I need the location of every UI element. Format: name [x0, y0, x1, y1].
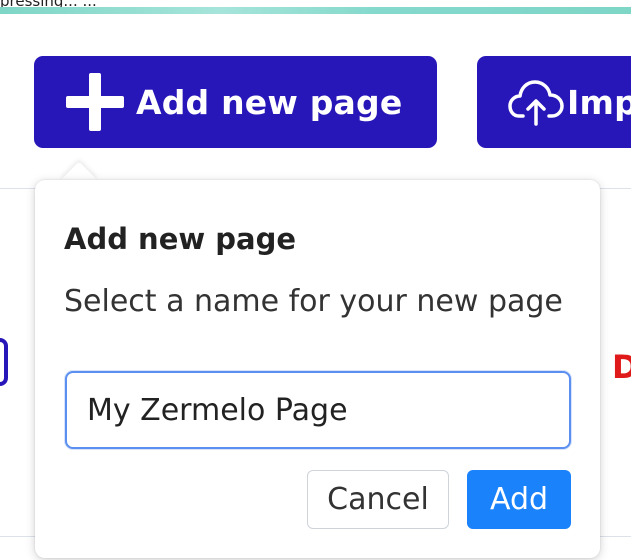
cancel-button[interactable]: Cancel: [307, 470, 449, 529]
page-name-input[interactable]: [65, 371, 571, 449]
import-label: Imp: [567, 82, 631, 122]
cloud-upload-icon: [508, 80, 564, 126]
top-accent-bar: [0, 7, 631, 14]
add-new-page-button[interactable]: Add new page: [34, 56, 437, 148]
popover-description: Select a name for your new page: [64, 284, 563, 319]
add-button[interactable]: Add: [467, 470, 571, 529]
partial-left-control: [0, 338, 8, 386]
import-button[interactable]: Imp: [477, 56, 631, 148]
popover-title: Add new page: [64, 222, 297, 256]
popover-arrow-join: [50, 181, 110, 199]
partial-right-text: D: [612, 348, 631, 386]
add-new-page-label: Add new page: [136, 82, 403, 122]
plus-icon: [66, 73, 124, 131]
